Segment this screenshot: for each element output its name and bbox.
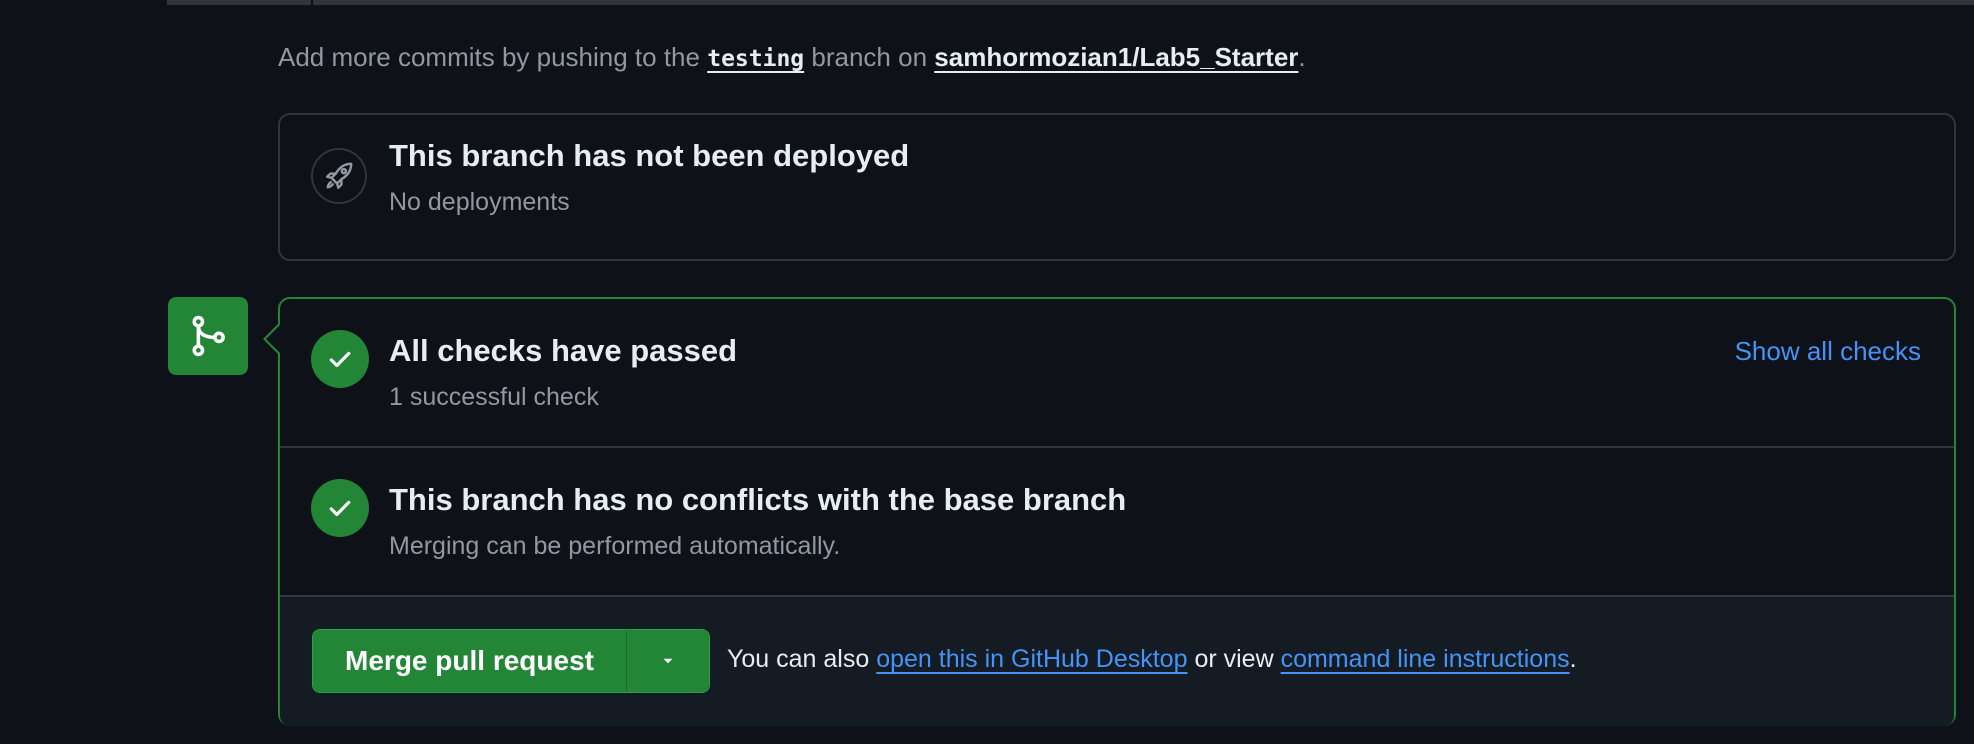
deployment-title: This branch has not been deployed [389,138,910,173]
check-icon [311,479,369,537]
open-in-github-desktop-link[interactable]: open this in GitHub Desktop [876,645,1187,673]
merge-text-middle: or view [1194,645,1274,673]
merge-panel-caret-inner [266,325,280,353]
merge-pull-request-button[interactable]: Merge pull request [313,630,627,692]
merge-button-group: Merge pull request [312,629,710,693]
push-hint-middle: branch on [811,42,928,72]
branch-name-link[interactable]: testing [707,46,804,72]
merge-text-prefix: You can also [727,645,870,673]
git-merge-icon [168,297,248,375]
timeline-top-border [167,0,1974,5]
conflicts-subtitle: Merging can be performed automatically. [389,532,841,560]
deployment-subtitle: No deployments [389,188,570,216]
merge-alternatives-text: You can also open this in GitHub Desktop… [727,645,1577,674]
merge-panel: All checks have passed 1 successful chec… [263,297,1956,726]
merge-action-section: Merge pull request You can also open thi… [280,597,1954,726]
merge-options-dropdown[interactable] [627,630,709,692]
deployment-status-box: This branch has not been deployed No dep… [278,113,1956,261]
merge-text-suffix: . [1569,645,1577,673]
conflicts-section: This branch has no conflicts with the ba… [280,448,1954,597]
push-hint: Add more commits by pushing to the testi… [278,42,1306,73]
push-hint-prefix: Add more commits by pushing to the [278,42,700,72]
conflicts-title: This branch has no conflicts with the ba… [389,482,1127,517]
checks-section: All checks have passed 1 successful chec… [280,299,1954,448]
repo-link[interactable]: samhormozian1/Lab5_Starter [934,42,1298,72]
check-icon [311,330,369,388]
rocket-icon [311,148,367,204]
command-line-instructions-link[interactable]: command line instructions [1281,645,1570,673]
checks-subtitle: 1 successful check [389,383,599,411]
timeline-top-border-gap [311,0,313,5]
push-hint-suffix: . [1298,42,1306,72]
triangle-down-icon [663,658,673,664]
show-all-checks-link[interactable]: Show all checks [1735,336,1921,367]
checks-title: All checks have passed [389,333,738,368]
